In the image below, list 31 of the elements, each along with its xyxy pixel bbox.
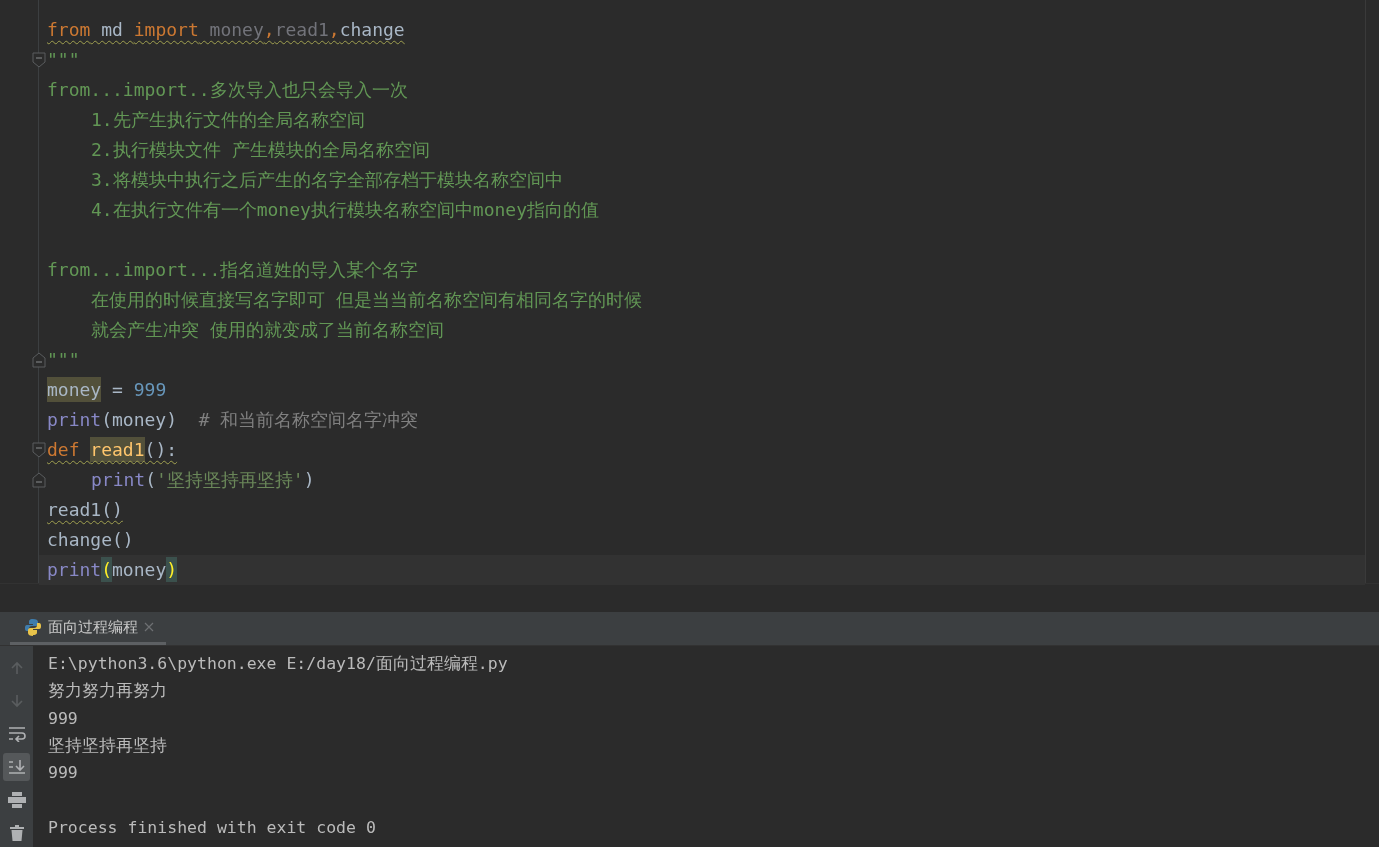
- code-line: from...import...指名道姓的导入某个名字: [47, 258, 419, 282]
- code-line: 2.执行模块文件 产生模块的全局名称空间: [91, 138, 430, 162]
- fold-icon[interactable]: [32, 472, 46, 488]
- code-line: """: [47, 48, 80, 72]
- code-line: 在使用的时候直接写名字即可 但是当当前名称空间有相同名字的时候: [91, 288, 642, 312]
- code-line: 4.在执行文件有一个money执行模块名称空间中money指向的值: [91, 198, 600, 222]
- fold-icon[interactable]: [32, 52, 46, 68]
- console-line: 999: [48, 762, 79, 785]
- code-line: 1.先产生执行文件的全局名称空间: [91, 108, 365, 132]
- code-line: 3.将模块中执行之后产生的名字全部存档于模块名称空间中: [91, 168, 563, 192]
- code-line: 就会产生冲突 使用的就变成了当前名称空间: [91, 318, 444, 342]
- code-line: change(): [47, 528, 134, 552]
- code-line: print(money) # 和当前名称空间名字冲突: [47, 408, 419, 432]
- fold-icon[interactable]: [32, 442, 46, 458]
- python-icon: [24, 618, 42, 636]
- fold-icon[interactable]: [32, 352, 46, 368]
- close-icon[interactable]: [144, 622, 154, 632]
- console-line: 999: [48, 707, 79, 730]
- code-line: from...import..多次导入也只会导入一次: [47, 78, 408, 102]
- console-line: Process finished with exit code 0: [48, 816, 377, 839]
- code-line: print(money): [47, 557, 178, 583]
- scroll-down-icon[interactable]: [3, 753, 30, 781]
- console-line: 坚持坚持再坚持: [48, 734, 168, 757]
- code-line: from md import money,read1,change: [47, 18, 405, 42]
- code-line: def read1():: [47, 437, 178, 463]
- code-line: """: [47, 348, 80, 372]
- code-line: print('坚持坚持再坚持'): [91, 468, 315, 492]
- console-line: 努力努力再努力: [48, 680, 168, 703]
- code-line: money = 999: [47, 377, 167, 403]
- console-line: E:\python3.6\python.exe E:/day18/面向过程编程.py: [48, 653, 508, 675]
- code-line: read1(): [47, 498, 123, 522]
